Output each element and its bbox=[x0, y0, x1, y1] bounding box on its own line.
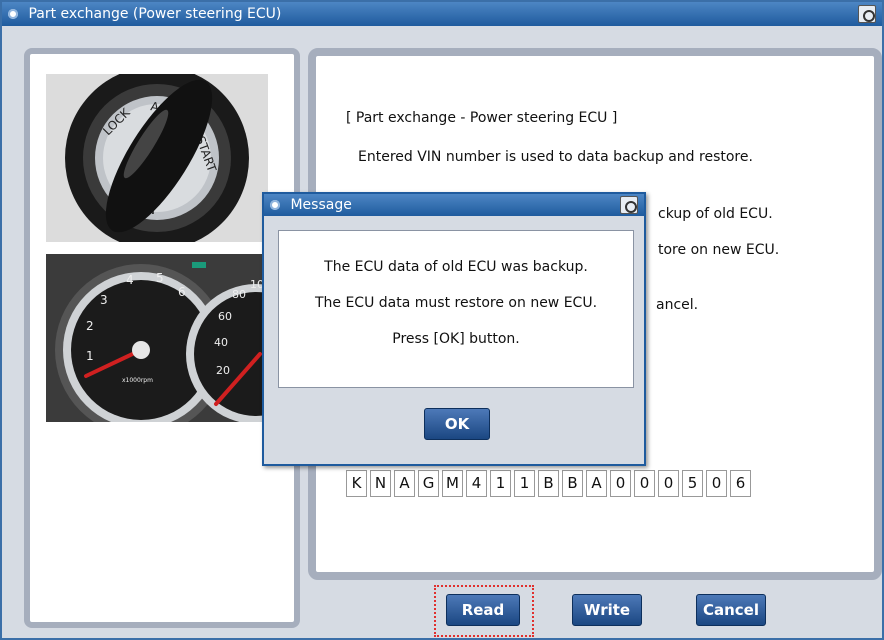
camera-icon[interactable] bbox=[620, 196, 638, 214]
part-exchange-window: Part exchange (Power steering ECU) LOCK … bbox=[0, 0, 884, 640]
message-body: The ECU data of old ECU was backup. The … bbox=[278, 230, 634, 388]
message-line: The ECU data must restore on new ECU. bbox=[314, 295, 598, 311]
bullet-icon bbox=[8, 9, 18, 19]
message-dialog: Message The ECU data of old ECU was back… bbox=[262, 192, 646, 466]
image-panel: LOCK ACC START ON 1 2 3 4 5 6 bbox=[24, 48, 300, 628]
vin-char: 4 bbox=[466, 470, 487, 497]
speed-label: 60 bbox=[218, 310, 232, 323]
message-line: Press [OK] button. bbox=[392, 331, 520, 347]
info-line: Entered VIN number is used to data backu… bbox=[358, 149, 753, 165]
tach-label: 3 bbox=[100, 293, 108, 307]
vin-char: A bbox=[394, 470, 415, 497]
vin-char: A bbox=[586, 470, 607, 497]
vin-char: M bbox=[442, 470, 463, 497]
speed-label: 80 bbox=[232, 288, 246, 301]
info-line: tore on new ECU. bbox=[658, 242, 780, 258]
message-line: The ECU data of old ECU was backup. bbox=[324, 259, 588, 275]
vin-char: 0 bbox=[706, 470, 727, 497]
window-title: Part exchange (Power steering ECU) bbox=[28, 6, 282, 22]
vin-char: 0 bbox=[658, 470, 679, 497]
camera-icon[interactable] bbox=[858, 5, 876, 23]
vin-char: B bbox=[562, 470, 583, 497]
vin-char: B bbox=[538, 470, 559, 497]
tach-label: 5 bbox=[156, 271, 164, 285]
vin-char: K bbox=[346, 470, 367, 497]
vin-char: 0 bbox=[610, 470, 631, 497]
vin-char: 1 bbox=[514, 470, 535, 497]
ok-button[interactable]: OK bbox=[424, 408, 490, 440]
write-button[interactable]: Write bbox=[572, 594, 642, 626]
vin-char: G bbox=[418, 470, 439, 497]
tach-label: 4 bbox=[126, 273, 134, 287]
ignition-switch-image: LOCK ACC START ON bbox=[46, 74, 268, 242]
tach-label: 2 bbox=[86, 319, 94, 333]
cancel-button[interactable]: Cancel bbox=[696, 594, 766, 626]
vin-char: 0 bbox=[634, 470, 655, 497]
vin-char: 1 bbox=[490, 470, 511, 497]
instrument-cluster-image: 1 2 3 4 5 6 x1000rpm 20 40 60 80 100 bbox=[46, 254, 272, 422]
message-titlebar: Message bbox=[264, 194, 644, 216]
tach-label: 1 bbox=[86, 349, 94, 363]
vin-char: N bbox=[370, 470, 391, 497]
window-titlebar: Part exchange (Power steering ECU) bbox=[2, 2, 882, 26]
message-title: Message bbox=[290, 197, 352, 213]
bullet-icon bbox=[270, 200, 280, 210]
speed-label: 20 bbox=[216, 364, 230, 377]
vin-display: K N A G M 4 1 1 B B A 0 0 0 5 0 6 bbox=[346, 470, 751, 497]
info-heading: [ Part exchange - Power steering ECU ] bbox=[346, 110, 618, 126]
vin-char: 5 bbox=[682, 470, 703, 497]
tach-unit: x1000rpm bbox=[122, 377, 153, 384]
read-button[interactable]: Read bbox=[446, 594, 520, 626]
tach-label: 6 bbox=[178, 285, 186, 299]
info-line: ckup of old ECU. bbox=[658, 206, 773, 222]
speed-label: 40 bbox=[214, 336, 228, 349]
info-line: ancel. bbox=[656, 297, 699, 313]
vin-char: 6 bbox=[730, 470, 751, 497]
